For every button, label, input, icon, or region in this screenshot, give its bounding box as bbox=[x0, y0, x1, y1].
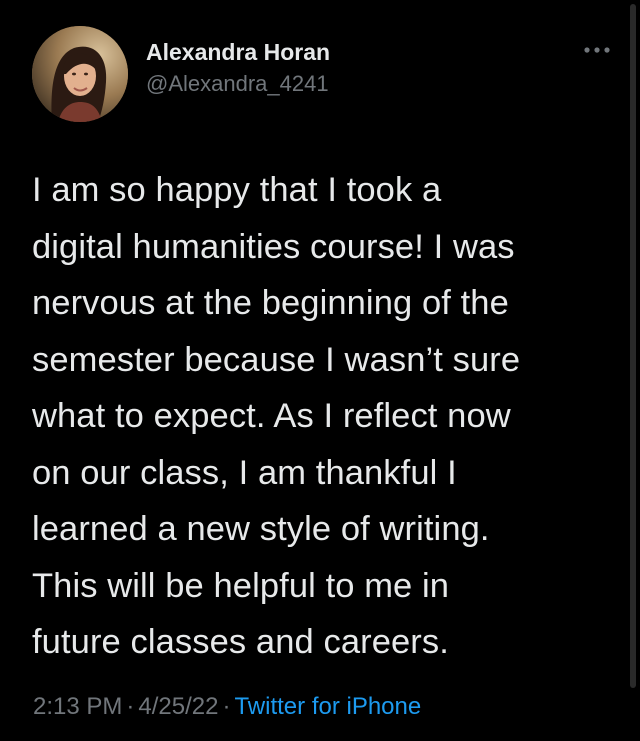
tweet-metadata: 2:13 PM · 4/25/22 · Twitter for iPhone bbox=[33, 692, 421, 722]
user-handle[interactable]: @Alexandra_4241 bbox=[146, 70, 330, 98]
avatar[interactable] bbox=[32, 26, 128, 122]
display-name[interactable]: Alexandra Horan bbox=[146, 38, 330, 66]
separator: · bbox=[222, 693, 231, 720]
tweet-detail: Alexandra Horan @Alexandra_4241 I am so … bbox=[0, 0, 640, 741]
tweet-source-link[interactable]: Twitter for iPhone bbox=[234, 693, 421, 720]
profile-photo-icon bbox=[32, 26, 128, 122]
tweet-time[interactable]: 2:13 PM bbox=[33, 693, 122, 720]
tweet-text: I am so happy that I took a digital huma… bbox=[32, 171, 521, 661]
author-identity: Alexandra Horan @Alexandra_4241 bbox=[146, 38, 330, 98]
scrollbar[interactable] bbox=[630, 4, 636, 688]
tweet-header: Alexandra Horan @Alexandra_4241 bbox=[32, 26, 612, 122]
more-options-icon bbox=[584, 47, 610, 53]
separator: · bbox=[126, 693, 135, 720]
tweet-date[interactable]: 4/25/22 bbox=[138, 693, 218, 720]
more-options-button[interactable] bbox=[582, 44, 612, 56]
